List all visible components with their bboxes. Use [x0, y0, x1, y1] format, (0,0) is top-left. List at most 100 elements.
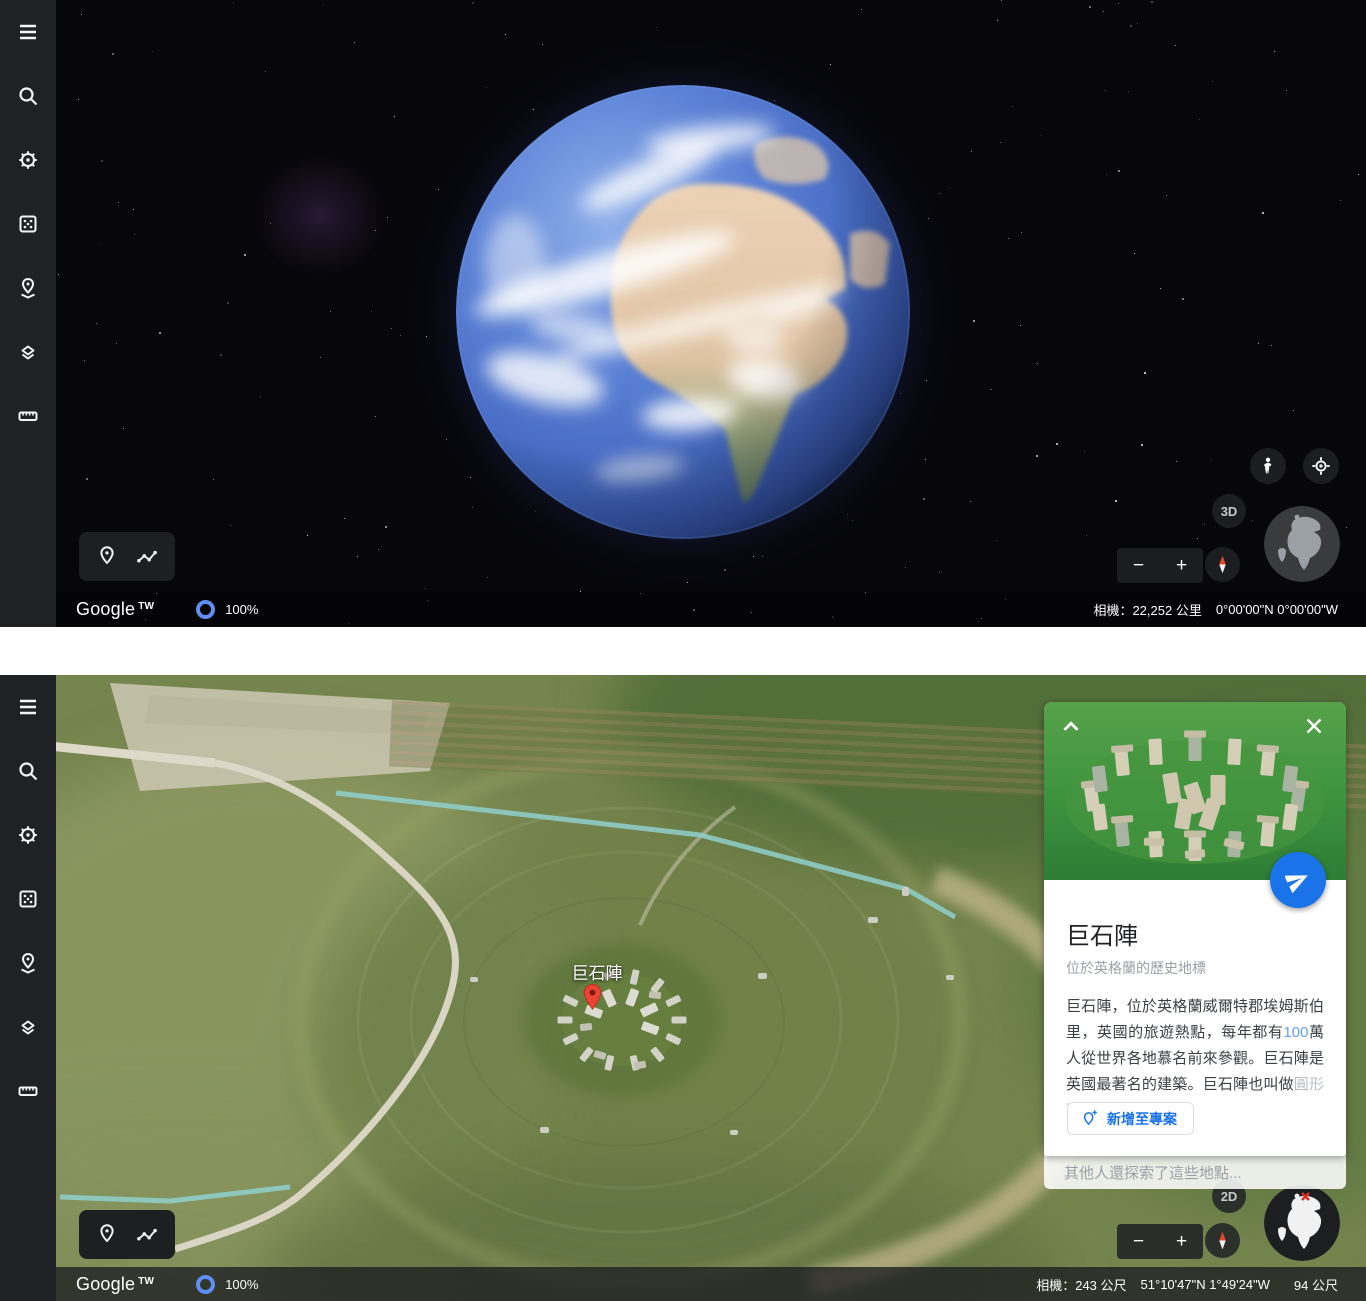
camera-coordinates: 51°10'47"N 1°49'24"W: [1141, 1277, 1270, 1292]
zoom-out-button[interactable]: −: [1117, 1224, 1160, 1259]
zoom-controls: − +: [1117, 548, 1203, 583]
ship-wheel-icon: [16, 823, 40, 847]
terrain-elevation: 94 公尺: [1294, 1275, 1338, 1294]
ruler-icon: [16, 1079, 40, 1103]
feeling-lucky-button[interactable]: [16, 212, 40, 236]
main-menu-button[interactable]: [16, 20, 40, 44]
place-subtitle: 位於英格蘭的歷史地標: [1066, 958, 1324, 978]
pegman-icon: [1258, 456, 1278, 476]
polyline-icon: [134, 1222, 160, 1248]
camera-info: 相機：243 公尺 51°10'47"N 1°49'24"W 94 公尺: [1036, 1267, 1338, 1301]
mini-globe-icon: [1264, 506, 1340, 582]
map-style-button[interactable]: [16, 1015, 40, 1039]
close-icon: [1302, 714, 1326, 738]
pin-saved-icon: [16, 951, 40, 975]
crosshair-icon: [1310, 455, 1332, 477]
zoom-out-button[interactable]: −: [1117, 548, 1160, 583]
description-number: 100: [1283, 1024, 1308, 1041]
pin-outline-icon: [94, 1222, 120, 1248]
placemark-toolbox: [79, 532, 175, 581]
3d-label: 3D: [1221, 504, 1238, 519]
compass-needle-icon: [1210, 1228, 1235, 1253]
my-location-button[interactable]: [1303, 448, 1339, 484]
placemark-toolbox: [79, 1210, 175, 1259]
chevron-up-icon: [1058, 714, 1084, 740]
search-button[interactable]: [16, 84, 40, 108]
zoom-controls: − +: [1117, 1224, 1203, 1259]
pegman-button[interactable]: [1250, 448, 1286, 484]
search-icon: [16, 759, 40, 783]
send-icon: [1285, 867, 1311, 893]
map-place-label[interactable]: 巨石陣: [552, 959, 642, 984]
add-placemark-button[interactable]: [94, 1222, 120, 1248]
zoom-ring-icon: [196, 1275, 215, 1294]
main-menu-button[interactable]: [16, 695, 40, 719]
polyline-icon: [134, 544, 160, 570]
brand-name: Google: [76, 599, 135, 619]
zoom-in-button[interactable]: +: [1160, 1224, 1203, 1259]
status-bar: GoogleTW 100% 相機：22,252 公里 0°00'00"N 0°0…: [56, 592, 1366, 627]
search-icon: [16, 84, 40, 108]
dice-icon: [16, 887, 40, 911]
google-earth-screenshots: 3D − + GoogleTW 100% 相機：22,252 公里 0°00'0: [0, 0, 1366, 1301]
camera-coordinates: 0°00'00"N 0°00'00"W: [1216, 602, 1338, 617]
2d-label: 2D: [1221, 1189, 1238, 1204]
compass-button[interactable]: [1205, 547, 1240, 582]
explore-suggestion-bar[interactable]: 其他人還探索了這些地點...: [1044, 1156, 1346, 1189]
knowledge-card: 巨石陣 位於英格蘭的歷史地標 巨石陣，位於英格蘭威爾特郡埃姆斯伯里，英國的旅遊熱…: [1044, 702, 1346, 1156]
status-bar: GoogleTW 100% 相機：243 公尺 51°10'47"N 1°49'…: [56, 1267, 1366, 1301]
dice-icon: [16, 212, 40, 236]
draw-path-button[interactable]: [134, 544, 160, 570]
brand-region: TW: [138, 1276, 154, 1287]
zoom-in-button[interactable]: +: [1160, 548, 1203, 583]
add-placemark-button[interactable]: [94, 544, 120, 570]
camera-altitude: 相機：243 公尺: [1036, 1275, 1126, 1294]
google-watermark: GoogleTW: [76, 1274, 154, 1295]
3d-toggle-button[interactable]: 3D: [1212, 494, 1246, 528]
add-to-project-label: 新增至專案: [1107, 1109, 1177, 1129]
zoom-percentage: 100%: [225, 602, 258, 617]
brand-name: Google: [76, 1274, 135, 1294]
zoom-ring-icon: [196, 600, 215, 619]
fly-to-button[interactable]: [1270, 852, 1326, 908]
globe-overview-button[interactable]: [1264, 506, 1340, 582]
map-pin[interactable]: [583, 983, 602, 1016]
measure-tool-button[interactable]: [16, 1079, 40, 1103]
compass-button[interactable]: [1205, 1223, 1240, 1258]
compass-needle-icon: [1210, 552, 1235, 577]
pinned-places-button[interactable]: [16, 951, 40, 975]
pin-saved-icon: [16, 276, 40, 300]
voyager-button[interactable]: [16, 823, 40, 847]
red-pin-icon: [583, 983, 602, 1011]
draw-path-button[interactable]: [134, 1222, 160, 1248]
stonehenge-view: 巨石陣: [0, 675, 1366, 1301]
explore-hint-text: 其他人還探索了這些地點...: [1064, 1162, 1242, 1183]
feeling-lucky-button[interactable]: [16, 887, 40, 911]
voyager-button[interactable]: [16, 148, 40, 172]
search-button[interactable]: [16, 759, 40, 783]
collapse-card-button[interactable]: [1058, 714, 1084, 740]
layers-icon: [16, 340, 40, 364]
globe-view: 3D − + GoogleTW 100% 相機：22,252 公里 0°00'0: [0, 0, 1366, 627]
camera-info: 相機：22,252 公里 0°00'00"N 0°00'00"W: [1093, 592, 1338, 627]
ruler-icon: [16, 404, 40, 428]
brand-region: TW: [138, 601, 154, 612]
sidebar: [0, 0, 56, 627]
sidebar: [0, 675, 56, 1301]
zoom-indicator: 100%: [196, 600, 258, 619]
hamburger-icon: [16, 20, 40, 44]
zoom-percentage: 100%: [225, 1277, 258, 1292]
close-card-button[interactable]: [1302, 714, 1328, 740]
ship-wheel-icon: [16, 148, 40, 172]
measure-tool-button[interactable]: [16, 404, 40, 428]
pin-outline-icon: [94, 544, 120, 570]
add-to-project-button[interactable]: 新增至專案: [1067, 1102, 1194, 1135]
earth-graphic[interactable]: [455, 84, 911, 540]
hamburger-icon: [16, 695, 40, 719]
map-style-button[interactable]: [16, 340, 40, 364]
zoom-indicator: 100%: [196, 1275, 258, 1294]
pinned-places-button[interactable]: [16, 276, 40, 300]
globe-overview-button[interactable]: [1264, 1185, 1340, 1261]
layers-icon: [16, 1015, 40, 1039]
nebula-glow: [255, 155, 385, 275]
